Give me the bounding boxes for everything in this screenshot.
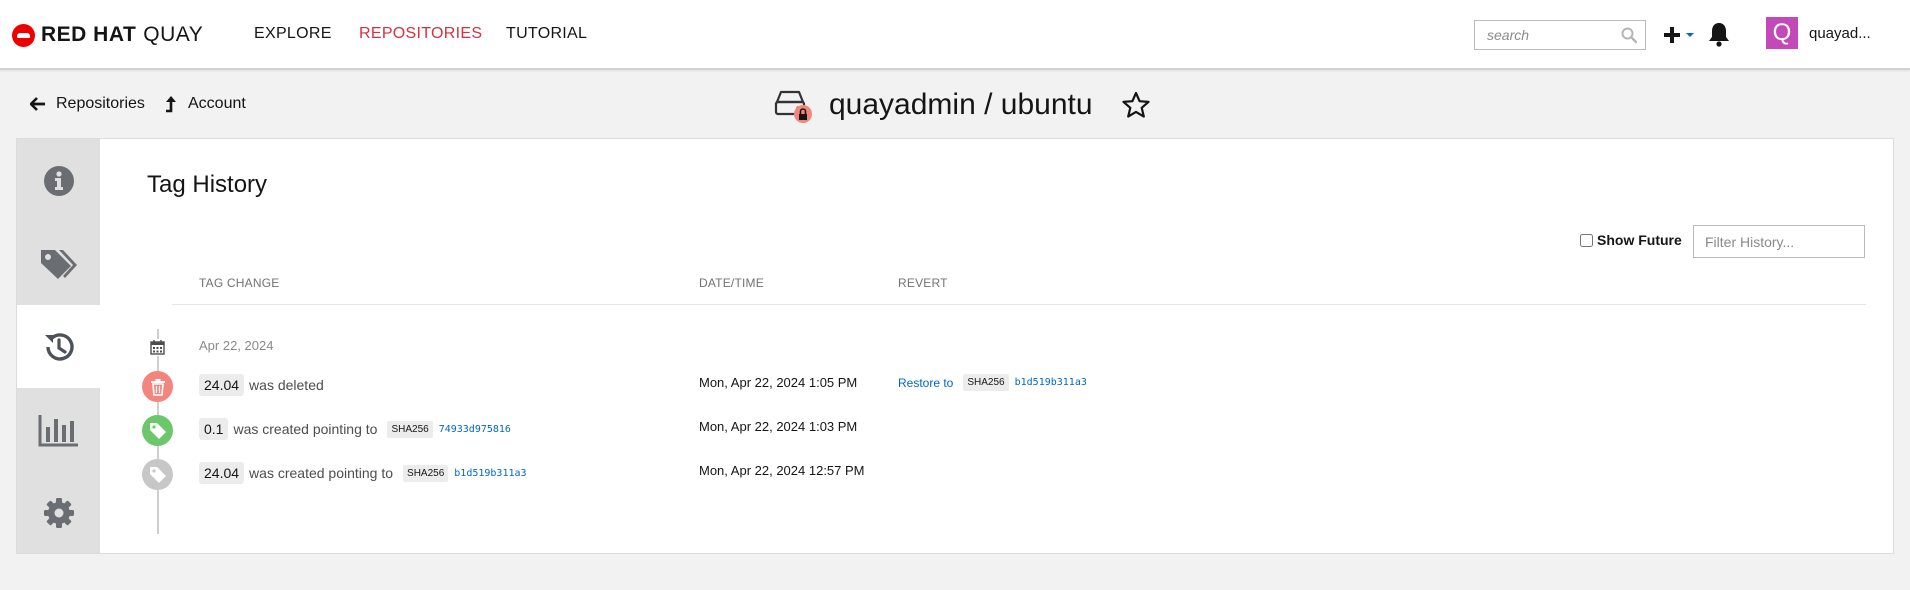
logo-product: QUAY [143, 23, 204, 46]
repo-name: quayadmin / ubuntu [829, 88, 1093, 121]
tag-name[interactable]: 24.04 [199, 374, 245, 396]
digest-link[interactable]: b1d519b311a3 [454, 468, 526, 479]
search-input[interactable] [1475, 21, 1615, 49]
redhat-logo-icon [12, 23, 35, 47]
entry-verb: was created pointing to [249, 465, 394, 481]
entry-datetime: Mon, Apr 22, 2024 12:57 PM [699, 463, 865, 478]
list-item: 0.1 was created pointing to SHA256 74933… [199, 418, 511, 440]
entry-verb: was deleted [249, 377, 324, 393]
page-title: Tag History [147, 171, 268, 198]
show-future-toggle[interactable]: Show Future [1580, 232, 1682, 248]
show-future-checkbox[interactable] [1580, 233, 1593, 247]
nav-tutorial[interactable]: TUTORIAL [506, 25, 587, 43]
tag-history-content: Tag History Show Future TAG CHANGE DATE/… [100, 139, 1893, 553]
date-group-label: Apr 22, 2024 [199, 338, 274, 353]
filter-history-input[interactable] [1693, 225, 1865, 258]
username[interactable]: quayad... [1809, 25, 1871, 42]
repo-panel: Tag History Show Future TAG CHANGE DATE/… [16, 138, 1894, 554]
breadcrumb-repositories[interactable]: Repositories [30, 95, 145, 113]
tab-settings[interactable] [17, 471, 100, 554]
show-future-label: Show Future [1597, 232, 1682, 248]
sha-label: SHA256 [963, 374, 1009, 391]
tag-icon [142, 459, 173, 490]
top-navbar: RED HAT QUAY EXPLORE REPOSITORIES TUTORI… [0, 0, 1910, 70]
revert-action: Restore to SHA256 b1d519b311a3 [898, 374, 1087, 391]
list-item: 24.04 was created pointing to SHA256 b1d… [199, 462, 527, 484]
trash-icon [142, 371, 173, 402]
chart-icon [38, 414, 78, 446]
tab-tag-history[interactable] [17, 305, 100, 388]
gear-icon [43, 497, 74, 528]
create-new-button[interactable] [1662, 22, 1698, 48]
entry-verb: was created pointing to [233, 421, 378, 437]
history-icon [44, 332, 74, 361]
header-divider [172, 304, 1866, 305]
private-repo-icon [774, 90, 812, 123]
sha-label: SHA256 [403, 464, 449, 482]
digest-link[interactable]: b1d519b311a3 [1015, 377, 1087, 388]
repo-sidebar [17, 139, 100, 553]
notifications-bell-icon[interactable] [1707, 21, 1731, 47]
breadcrumb-repositories-label: Repositories [56, 95, 145, 112]
avatar[interactable]: Q [1766, 17, 1798, 49]
level-up-icon [166, 96, 176, 113]
digest-link[interactable]: 74933d975816 [439, 424, 511, 435]
logo-brand: RED HAT [41, 23, 137, 46]
tab-tags[interactable] [17, 222, 100, 305]
redhat-quay-logo[interactable]: RED HAT QUAY [12, 22, 203, 48]
sha-label: SHA256 [387, 420, 433, 438]
tag-name[interactable]: 0.1 [199, 418, 229, 440]
tab-information[interactable] [17, 139, 100, 222]
tags-icon [40, 249, 77, 279]
nav-repositories[interactable]: REPOSITORIES [359, 25, 482, 43]
column-header-datetime: DATE/TIME [699, 276, 764, 290]
tag-name[interactable]: 24.04 [199, 462, 245, 484]
entry-datetime: Mon, Apr 22, 2024 1:03 PM [699, 419, 858, 434]
list-item: 24.04 was deleted [199, 374, 324, 396]
plus-icon [1664, 27, 1680, 43]
breadcrumb-account[interactable]: Account [164, 95, 246, 113]
calendar-icon [149, 339, 166, 356]
caret-down-icon [1686, 33, 1694, 37]
breadcrumb-account-label: Account [188, 95, 246, 112]
search-icon[interactable] [1621, 27, 1637, 43]
nav-explore[interactable]: EXPLORE [254, 25, 332, 43]
column-header-revert: REVERT [898, 276, 948, 290]
column-header-tag-change: TAG CHANGE [199, 276, 280, 290]
star-icon[interactable] [1121, 91, 1151, 119]
entry-datetime: Mon, Apr 22, 2024 1:05 PM [699, 375, 858, 390]
arrow-left-icon [30, 97, 45, 111]
info-icon [43, 165, 74, 196]
tag-icon [142, 415, 173, 446]
tab-usage-logs[interactable] [17, 388, 100, 471]
search-box [1474, 20, 1646, 50]
restore-link[interactable]: Restore to [898, 376, 953, 390]
repo-header: quayadmin / ubuntu [773, 86, 1151, 124]
